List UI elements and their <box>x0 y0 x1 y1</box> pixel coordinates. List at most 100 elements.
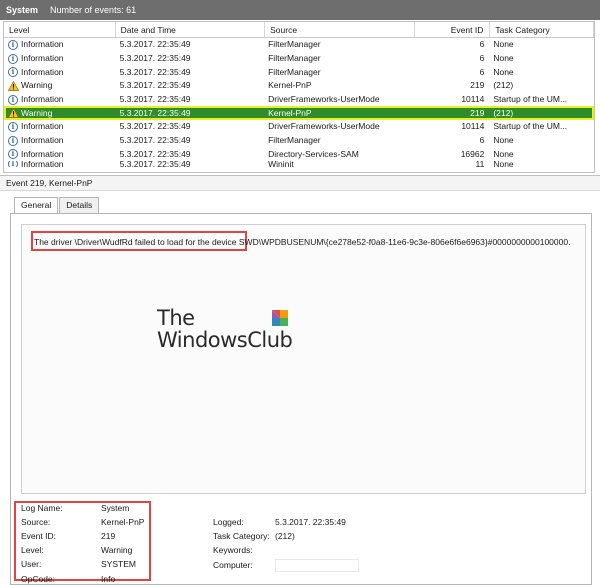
highlight-box <box>14 501 151 581</box>
cell-event-id: 16962 <box>460 148 485 159</box>
computer-value <box>275 559 359 572</box>
description-box[interactable]: The driver \Driver\WudfRd failed to load… <box>21 224 586 494</box>
table-row[interactable]: i Information 5.3.2017. 22:35:49 Directory-… <box>4 148 594 162</box>
cell-level: i Information <box>4 93 116 106</box>
cell-date: 5.3.2017. 22:35:49 <box>119 66 191 77</box>
cell-level: i Information <box>4 38 116 51</box>
cell-level: i Information <box>4 148 116 161</box>
cell-date: 5.3.2017. 22:35:49 <box>119 135 191 146</box>
table-body: i Information 5.3.2017. 22:35:49 FilterMana… <box>4 38 594 168</box>
info-icon: i <box>8 67 18 78</box>
cell-task: (212) <box>493 107 514 118</box>
tab-general[interactable]: General <box>14 197 59 214</box>
general-panel: The driver \Driver\WudfRd failed to load… <box>10 213 592 585</box>
info-icon: i <box>8 53 18 64</box>
level-value: Warning <box>101 545 133 555</box>
table-row[interactable]: Warning 5.3.2017. 22:35:49 Kernel-PnP 219 (2… <box>4 79 594 93</box>
cell-source: FilterManager <box>268 66 321 77</box>
info-icon: i <box>8 135 18 146</box>
info-icon: i <box>8 149 18 160</box>
event-count: Number of events: 61 <box>50 5 137 15</box>
level-text: Information <box>21 94 64 105</box>
info-icon: i <box>8 161 18 168</box>
cell-date: 5.3.2017. 22:35:49 <box>119 161 191 168</box>
warning-icon <box>8 80 19 91</box>
cell-source: Directory-Services-SAM <box>268 148 359 159</box>
level-text: Information <box>21 66 64 77</box>
column-header-level[interactable]: Level <box>4 22 116 37</box>
level-text: Information <box>21 53 64 64</box>
level-label: Level: <box>21 545 44 555</box>
cell-level: i Information <box>4 120 116 133</box>
cell-source: FilterManager <box>268 39 321 50</box>
table-row[interactable]: i Information 5.3.2017. 22:35:49 FilterMana… <box>4 38 594 52</box>
events-table[interactable]: Level Date and Time Source Event ID Task… <box>3 21 595 173</box>
cell-task: Startup of the UM... <box>493 94 568 105</box>
column-header-task[interactable]: Task Category <box>490 22 594 37</box>
cell-level: Warning <box>4 79 116 92</box>
cell-event-id: 10114 <box>461 94 485 105</box>
column-header-source[interactable]: Source <box>265 22 415 37</box>
task-category-value: (212) <box>275 531 295 541</box>
info-icon: i <box>8 39 18 50</box>
cell-date: 5.3.2017. 22:35:49 <box>119 121 191 132</box>
user-label: User: <box>21 559 42 569</box>
cell-source: Kernel-PnP <box>268 80 312 91</box>
cell-task: None <box>493 161 514 168</box>
cell-event-id: 219 <box>470 107 485 118</box>
cell-level: i Information <box>4 134 116 147</box>
cell-source: FilterManager <box>268 135 321 146</box>
table-header: Level Date and Time Source Event ID Task… <box>4 22 594 38</box>
cell-level: i Information <box>4 66 116 79</box>
tab-details[interactable]: Details <box>59 197 100 213</box>
table-row[interactable]: i Information 5.3.2017. 22:35:49 FilterMana… <box>4 134 594 148</box>
logged-label: Logged: <box>213 517 244 527</box>
cell-task: Startup of the UM... <box>493 121 568 132</box>
cell-task: None <box>493 53 514 64</box>
cell-date: 5.3.2017. 22:35:49 <box>119 53 191 64</box>
warning-icon <box>8 108 19 119</box>
cell-task: (212) <box>493 80 514 91</box>
opcode-label: OpCode: <box>21 574 56 584</box>
table-row[interactable]: i Information 5.3.2017. 22:35:49 DriverFram… <box>4 93 594 107</box>
cell-source: DriverFrameworks-UserMode <box>268 121 380 132</box>
cell-event-id: 11 <box>475 161 485 168</box>
level-text: Information <box>21 161 64 168</box>
table-row[interactable]: i Information 5.3.2017. 22:35:49 FilterMana… <box>4 52 594 66</box>
cell-task: None <box>493 135 514 146</box>
table-row[interactable]: i Information 5.3.2017. 22:35:49 DriverFram… <box>4 120 594 134</box>
cell-level: Warning <box>4 107 116 120</box>
cell-source: Wininit <box>268 161 294 168</box>
level-text: Information <box>21 135 64 146</box>
column-header-event-id[interactable]: Event ID <box>415 22 491 37</box>
source-value: Kernel-PnP <box>101 517 145 527</box>
cell-level: i Information <box>4 52 116 65</box>
cell-source: FilterManager <box>268 53 321 64</box>
details-tabs: General Details <box>14 197 100 214</box>
task-category-label: Task Category: <box>213 531 270 541</box>
table-row[interactable]: i Information 5.3.2017. 22:35:49 FilterMana… <box>4 65 594 79</box>
level-text: Information <box>21 121 64 132</box>
log-name: System <box>6 5 39 15</box>
cell-event-id: 6 <box>479 53 485 64</box>
event-id-value: 219 <box>101 531 116 541</box>
log-titlebar: System Number of events: 61 <box>0 0 600 20</box>
cell-task: None <box>493 39 514 50</box>
source-label: Source: <box>21 517 51 527</box>
table-row[interactable]: Warning 5.3.2017. 22:35:49 Kernel-PnP 219 (2… <box>4 106 594 121</box>
cell-event-id: 219 <box>470 80 485 91</box>
keywords-label: Keywords: <box>213 545 253 555</box>
cell-date: 5.3.2017. 22:35:49 <box>119 148 191 159</box>
cell-event-id: 6 <box>479 66 485 77</box>
cell-date: 5.3.2017. 22:35:49 <box>119 107 191 118</box>
cell-date: 5.3.2017. 22:35:49 <box>119 94 191 105</box>
cell-event-id: 6 <box>479 135 485 146</box>
watermark-line-2: WindowsClub <box>157 328 293 352</box>
event-id-label: Event ID: <box>21 531 56 541</box>
cell-source: DriverFrameworks-UserMode <box>268 94 380 105</box>
table-row[interactable]: i Information 5.3.2017. 22:35:49 Wininit 11 N… <box>4 161 594 168</box>
event-details-title: Event 219, Kernel-PnP <box>0 175 600 191</box>
column-header-date[interactable]: Date and Time <box>116 22 266 37</box>
cell-event-id: 10114 <box>461 121 485 132</box>
info-icon: i <box>8 121 18 132</box>
